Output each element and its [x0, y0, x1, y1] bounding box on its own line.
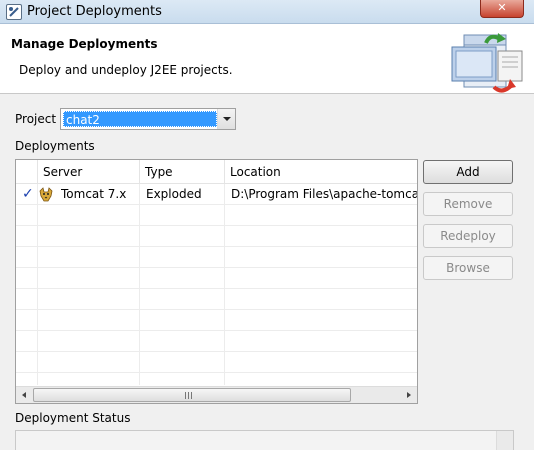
deployments-label: Deployments	[15, 139, 95, 153]
horizontal-scrollbar[interactable]	[16, 386, 417, 403]
header-title: Manage Deployments	[11, 37, 158, 51]
table-row-empty	[16, 373, 417, 386]
column-header-status[interactable]	[16, 160, 38, 184]
scrollbar-thumb[interactable]	[33, 388, 351, 402]
project-selected-value: chat2	[63, 111, 217, 127]
column-header-type[interactable]: Type	[140, 160, 225, 184]
deployment-banner-icon	[450, 29, 526, 96]
table-row-empty	[16, 226, 417, 247]
table-row[interactable]: ✓ Tomcat 7.x Exploded D:\Program Files\a…	[16, 184, 417, 205]
redeploy-button[interactable]: Redeploy	[423, 224, 513, 248]
table-row-empty	[16, 331, 417, 352]
table-row-empty	[16, 205, 417, 226]
checkmark-icon: ✓	[22, 186, 34, 202]
project-combobox[interactable]: chat2	[60, 108, 236, 130]
table-row-empty	[16, 289, 417, 310]
cell-server: Tomcat 7.x	[61, 187, 127, 201]
table-row-empty	[16, 268, 417, 289]
browse-button[interactable]: Browse	[423, 256, 513, 280]
title-bar: Project Deployments ✕	[0, 0, 534, 24]
deployment-status-label: Deployment Status	[15, 411, 131, 425]
close-window-button[interactable]: ✕	[480, 0, 524, 18]
scroll-left-arrow-icon[interactable]	[16, 387, 33, 403]
dropdown-arrow-icon[interactable]	[217, 109, 235, 129]
remove-button[interactable]: Remove	[423, 192, 513, 216]
table-row-empty	[16, 352, 417, 373]
tomcat-icon	[38, 187, 54, 203]
dialog-header: Manage Deployments Deploy and undeploy J…	[0, 24, 534, 94]
column-header-location[interactable]: Location	[225, 160, 417, 184]
table-row-empty	[16, 247, 417, 268]
close-icon: ✕	[497, 1, 507, 14]
window-title: Project Deployments	[27, 4, 162, 19]
column-header-server[interactable]: Server	[38, 160, 140, 184]
table-row-empty	[16, 310, 417, 331]
table-header: Server Type Location	[16, 160, 417, 184]
deployment-status-box	[15, 430, 514, 450]
cell-location: D:\Program Files\apache-tomca	[231, 187, 417, 201]
cell-type: Exploded	[146, 187, 202, 201]
eclipse-app-icon	[6, 4, 22, 20]
scroll-right-arrow-icon[interactable]	[400, 387, 417, 403]
deployments-table[interactable]: Server Type Location ✓ Tomcat 7.x Explod…	[15, 159, 418, 404]
add-button[interactable]: Add	[423, 160, 513, 184]
header-description: Deploy and undeploy J2EE projects.	[19, 63, 233, 77]
project-label: Project	[15, 112, 57, 126]
vertical-scrollbar[interactable]	[496, 431, 513, 450]
